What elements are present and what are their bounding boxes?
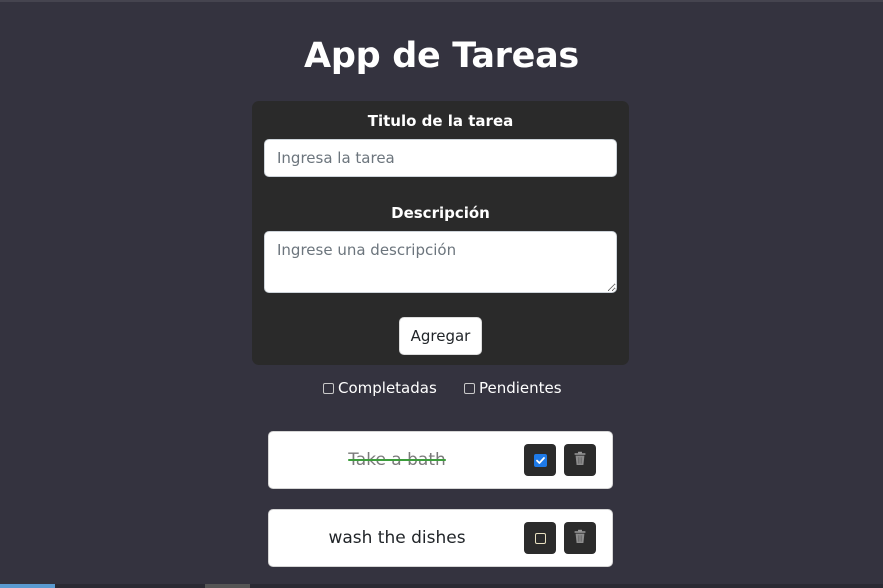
filter-completed-checkbox[interactable] <box>323 382 334 394</box>
task-card: wash the dishes <box>268 509 613 567</box>
add-task-button[interactable]: Agregar <box>399 317 482 355</box>
description-textarea[interactable] <box>264 231 617 293</box>
task-form: Titulo de la tarea Descripción Agregar <box>252 101 629 365</box>
task-title: Take a bath <box>348 450 446 470</box>
filter-bar: Completadas Pendientes <box>0 377 883 399</box>
filter-pending-label: Pendientes <box>479 379 562 397</box>
filter-pending[interactable]: Pendientes <box>464 377 562 399</box>
task-title-label: Titulo de la tarea <box>367 112 514 130</box>
window-top-edge <box>0 0 883 2</box>
task-title-input[interactable] <box>264 139 617 177</box>
page-title: App de Tareas <box>304 36 579 76</box>
trash-icon <box>573 529 587 548</box>
toggle-complete-button[interactable] <box>524 522 556 554</box>
filter-pending-checkbox[interactable] <box>464 382 475 394</box>
taskbar-strip <box>0 584 883 588</box>
checkbox-checked-icon <box>533 453 547 467</box>
delete-task-button[interactable] <box>564 444 596 476</box>
description-label: Descripción <box>391 204 490 222</box>
task-title: wash the dishes <box>328 528 466 548</box>
checkbox-unchecked-icon <box>534 532 546 544</box>
task-card: Take a bath <box>268 431 613 489</box>
filter-completed-label: Completadas <box>338 379 437 397</box>
filter-completed[interactable]: Completadas <box>323 377 437 399</box>
trash-icon <box>573 451 587 470</box>
taskbar-accent <box>0 584 55 588</box>
taskbar-accent <box>205 584 250 588</box>
delete-task-button[interactable] <box>564 522 596 554</box>
toggle-complete-button[interactable] <box>524 444 556 476</box>
